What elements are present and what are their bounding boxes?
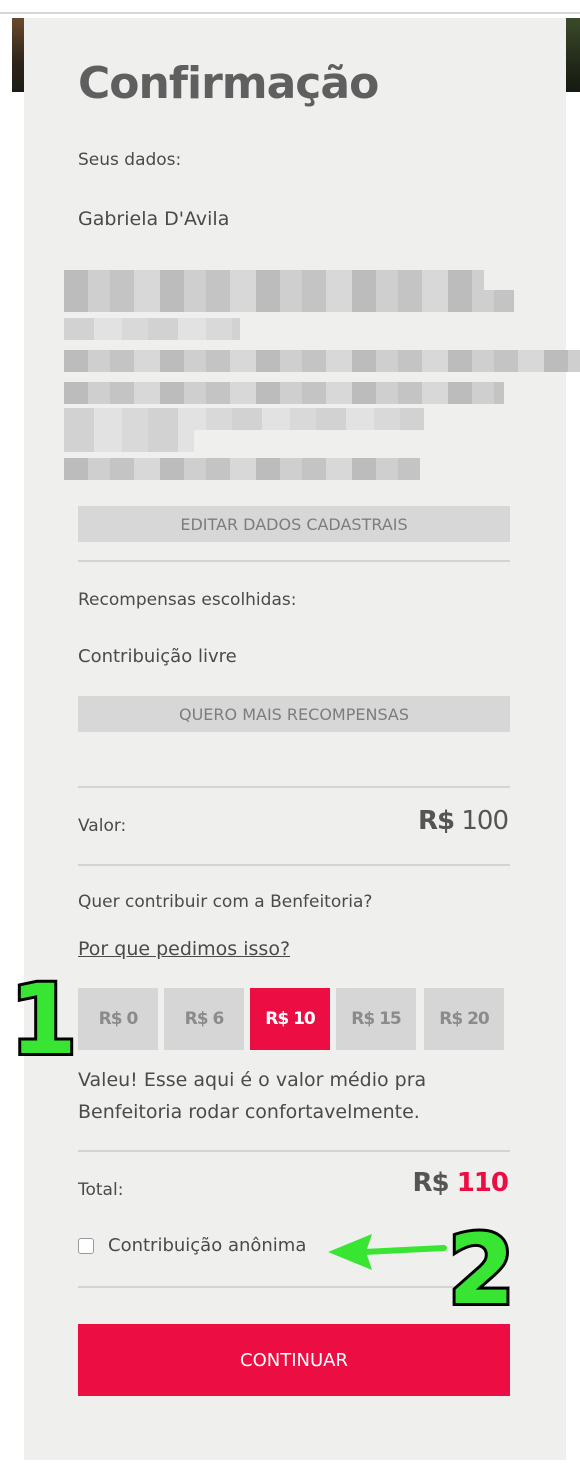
rewards-section-label: Recompensas escolhidas:	[78, 590, 297, 610]
redacted-line	[64, 350, 580, 372]
divider	[78, 1150, 510, 1152]
chosen-reward: Contribuição livre	[78, 646, 237, 667]
redacted-line	[64, 408, 424, 430]
why-we-ask-link[interactable]: Por que pedimos isso?	[78, 938, 290, 960]
redacted-line	[64, 382, 504, 404]
total-number: 110	[456, 1168, 509, 1198]
callout-number-1: 1	[7, 964, 80, 1076]
value-amount: R$ 100	[417, 806, 509, 836]
edit-profile-button[interactable]: EDITAR DADOS CADASTRAIS	[78, 506, 510, 542]
value-label: Valor:	[78, 816, 127, 836]
contribution-note: Valeu! Esse aqui é o valor médio pra Ben…	[78, 1069, 427, 1123]
anonymous-label[interactable]: Contribuição anônima	[108, 1235, 306, 1256]
callout-number-2: 2	[445, 1214, 518, 1326]
total-label: Total:	[78, 1180, 124, 1200]
green-arrow-icon	[328, 1234, 447, 1270]
user-name: Gabriela D'Avila	[78, 208, 230, 230]
tip-option-10-selected[interactable]: R$ 10	[250, 988, 330, 1050]
page-title: Confirmação	[78, 58, 379, 109]
anonymous-checkbox[interactable]	[78, 1238, 94, 1254]
continue-button[interactable]: CONTINUAR	[78, 1324, 510, 1396]
total-currency: R$	[412, 1168, 450, 1198]
tip-option-15[interactable]: R$ 15	[336, 988, 416, 1050]
user-section-label: Seus dados:	[78, 150, 182, 170]
tip-option-6[interactable]: R$ 6	[164, 988, 244, 1050]
redacted-line	[64, 458, 420, 480]
tip-option-0[interactable]: R$ 0	[78, 988, 158, 1050]
contribution-question: Quer contribuir com a Benfeitoria?	[78, 892, 373, 912]
redacted-line	[64, 290, 514, 312]
browser-top-border	[0, 12, 580, 14]
divider	[78, 786, 510, 788]
divider	[78, 560, 510, 562]
redacted-line	[64, 430, 194, 452]
value-currency: R$	[417, 806, 455, 836]
divider	[78, 1286, 510, 1288]
total-amount: R$ 110	[412, 1168, 509, 1198]
redacted-line	[64, 270, 484, 292]
more-rewards-button[interactable]: QUERO MAIS RECOMPENSAS	[78, 696, 510, 732]
redacted-line	[64, 318, 240, 340]
tip-option-20[interactable]: R$ 20	[424, 988, 504, 1050]
value-number: 100	[461, 806, 509, 836]
divider	[78, 864, 510, 866]
